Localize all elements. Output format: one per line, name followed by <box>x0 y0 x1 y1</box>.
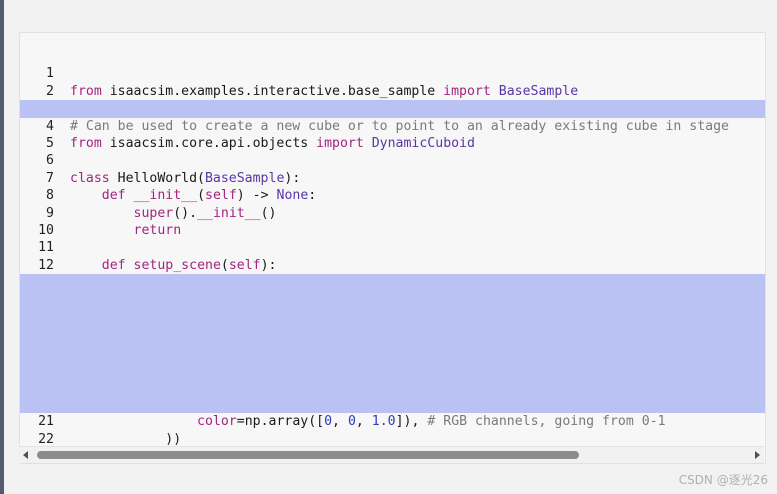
code-line: 2 import numpy as np <box>20 65 765 116</box>
code-line: 9 return <box>20 187 765 238</box>
code-line-highlighted: 14 fancy_cube = world.scene.add( <box>20 274 765 325</box>
scrollbar-thumb[interactable] <box>37 451 579 459</box>
code-line: 7 def __init__(self) -> None: <box>20 152 765 203</box>
code-line-highlighted: 16 prim_path="/World/random_cube", # The… <box>20 308 765 360</box>
left-edge-strip <box>0 0 4 494</box>
code-line: 6 class HelloWorld(BaseSample): <box>20 135 765 185</box>
watermark: CSDN @逐光26 <box>678 473 768 487</box>
code-line-highlighted: 15 DynamicCuboid( <box>20 291 765 342</box>
code-line: 13 world.scene.add_default_ground_plane(… <box>20 257 765 307</box>
code-line-highlighted: 20 color=np.array([0, 0, 1.0]), # RGB ch… <box>20 378 765 429</box>
code-line: 12 world = self.get_world() <box>20 239 765 290</box>
code-line: 8 super().__init__() <box>20 170 765 220</box>
code-line: 22 return <box>20 413 765 463</box>
code-line: 11 def setup_scene(self): <box>20 222 765 272</box>
scroll-left-arrow-icon[interactable] <box>23 451 28 459</box>
code-block[interactable]: 1 from isaacsim.examples.interactive.bas… <box>19 32 766 464</box>
code-line: 10 <box>20 205 765 238</box>
code-line: 5 <box>20 118 765 151</box>
horizontal-scrollbar[interactable] <box>19 446 764 463</box>
code-line-highlighted: 21 )) <box>20 395 765 447</box>
scroll-right-arrow-icon[interactable] <box>755 451 760 459</box>
code-line-highlighted: 4 from isaacsim.core.api.objects import … <box>20 100 765 151</box>
code-line: 3 # Can be used to create a new cube or … <box>20 83 765 133</box>
code-line: 1 from isaacsim.examples.interactive.bas… <box>20 48 765 98</box>
code-line-highlighted: 18 position=np.array([0, 0, 1.0]), # Usi… <box>20 343 765 394</box>
code-lines: 1 from isaacsim.examples.interactive.bas… <box>20 48 765 463</box>
code-line-highlighted: 19 scale=np.array([0.5015, 0.5015, 0.501… <box>20 361 765 412</box>
code-line-highlighted: 17 name="fancy_cube", # The unique name … <box>20 326 765 377</box>
